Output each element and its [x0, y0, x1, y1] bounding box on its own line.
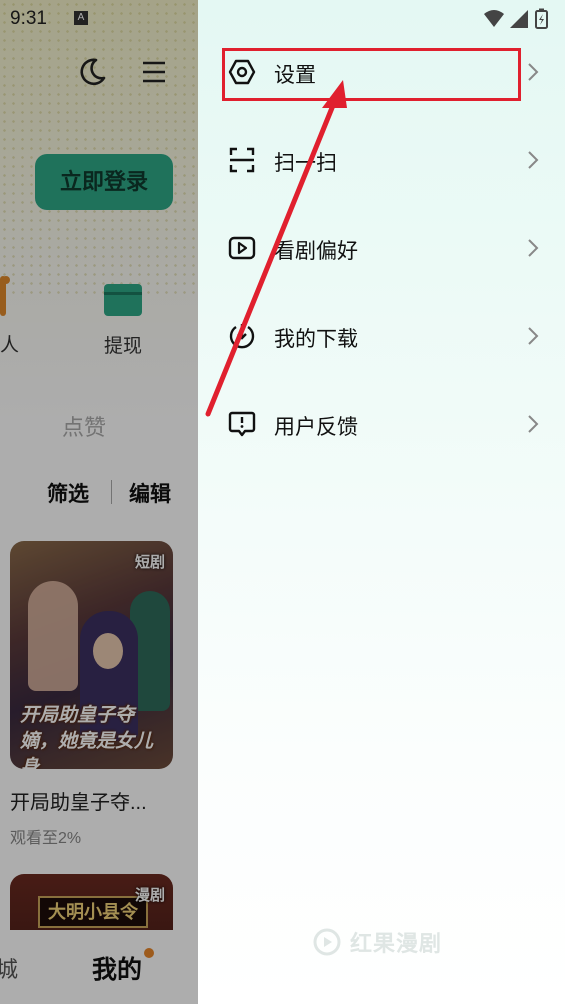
watermark-text: 红果漫剧 — [350, 931, 443, 956]
system-status-icons — [484, 8, 548, 29]
menu-item-scan[interactable]: 扫一扫 — [198, 130, 565, 190]
download-icon — [229, 324, 255, 349]
menu-label: 扫一扫 — [274, 152, 337, 175]
chevron-right-icon — [528, 239, 539, 257]
chevron-right-icon — [528, 63, 539, 81]
menu-item-preference[interactable]: 看剧偏好 — [198, 218, 565, 278]
brand-logo-icon — [313, 928, 341, 956]
chevron-right-icon — [528, 327, 539, 345]
menu-label: 我的下载 — [274, 328, 358, 351]
chevron-right-icon — [528, 415, 539, 433]
scan-icon — [229, 147, 255, 173]
side-drawer: 设置 扫一扫 看剧偏好 我的下载 用户反馈 红果漫剧 — [198, 0, 565, 1004]
highlight-box — [222, 48, 521, 101]
app-watermark: 红果漫剧 — [312, 926, 442, 958]
menu-item-feedback[interactable]: 用户反馈 — [198, 394, 565, 454]
menu-label: 用户反馈 — [274, 416, 358, 439]
feedback-icon — [228, 411, 256, 437]
menu-label: 看剧偏好 — [274, 240, 358, 263]
menu-item-downloads[interactable]: 我的下载 — [198, 306, 565, 366]
chevron-right-icon — [528, 151, 539, 169]
play-preference-icon — [228, 236, 256, 260]
